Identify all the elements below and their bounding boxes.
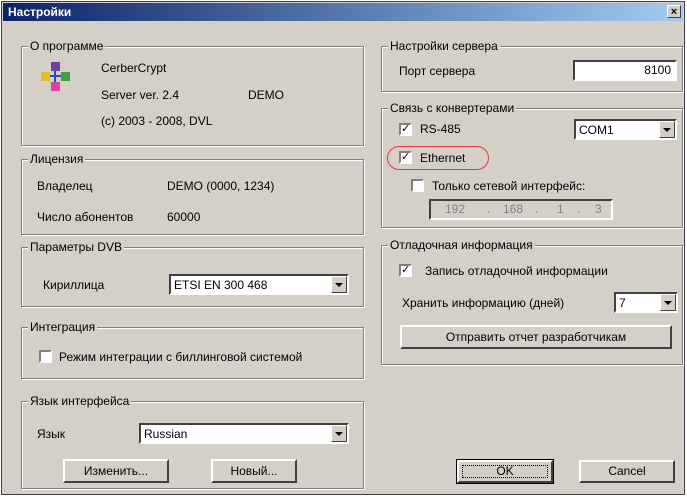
com-port-value: COM1 — [579, 123, 614, 137]
cyrillic-select-value: ETSI EN 300 468 — [174, 278, 268, 292]
ip-address-field[interactable]: 192 . 168 . 1 . 3 — [429, 199, 613, 220]
debug-legend: Отладочная информация — [388, 238, 535, 252]
ip-octet-4: 3 — [595, 202, 602, 216]
chevron-down-icon[interactable] — [659, 121, 675, 138]
app-logo-icon — [41, 62, 70, 91]
chevron-down-icon[interactable] — [331, 276, 347, 293]
net-only-checkbox[interactable] — [411, 179, 424, 192]
close-icon: × — [670, 6, 678, 18]
ip-separator: . — [487, 202, 491, 216]
title-bar[interactable]: Настройки × — [3, 3, 683, 21]
com-port-select[interactable]: COM1 — [574, 119, 677, 140]
app-edition: DEMO — [248, 88, 284, 102]
focus-rectangle — [462, 465, 548, 478]
port-label: Порт сервера — [399, 64, 476, 78]
language-legend: Язык интерфейса — [28, 394, 132, 408]
app-version: Server ver. 2.4 — [101, 88, 180, 102]
port-value: 8100 — [644, 63, 671, 77]
subscribers-label: Число абонентов — [37, 210, 134, 224]
net-only-label[interactable]: Только сетевой интерфейс: — [432, 179, 585, 193]
change-language-button[interactable]: Изменить... — [63, 459, 169, 483]
port-input[interactable]: 8100 — [573, 60, 677, 81]
about-legend: О программе — [28, 39, 106, 53]
language-label: Язык — [37, 427, 66, 441]
cancel-button[interactable]: Cancel — [579, 460, 675, 483]
keep-days-label: Хранить информацию (дней) — [402, 296, 565, 310]
debug-write-label[interactable]: Запись отладочной информации — [425, 264, 608, 278]
keep-days-value: 7 — [619, 296, 626, 310]
ip-separator: . — [535, 202, 539, 216]
billing-checkbox[interactable] — [39, 350, 52, 363]
keep-days-select[interactable]: 7 — [614, 292, 678, 313]
dvb-legend: Параметры DVB — [28, 240, 124, 254]
settings-window: Настройки × О программе CerberCrypt Serv… — [1, 1, 685, 495]
license-legend: Лицензия — [28, 152, 86, 166]
ip-separator: . — [577, 202, 581, 216]
integration-legend: Интеграция — [28, 320, 98, 334]
owner-value: DEMO (0000, 1234) — [167, 179, 275, 193]
server-legend: Настройки сервера — [388, 39, 500, 53]
language-select-value: Russian — [144, 427, 188, 441]
chevron-down-icon[interactable] — [660, 294, 676, 311]
app-copyright: (c) 2003 - 2008, DVL — [101, 114, 213, 128]
ip-octet-3: 1 — [557, 202, 564, 216]
send-report-label: Отправить отчет разработчикам — [445, 330, 627, 344]
billing-label[interactable]: Режим интеграции с биллинговой системой — [59, 350, 302, 364]
owner-label: Владелец — [37, 179, 93, 193]
cyrillic-label: Кириллица — [43, 278, 105, 292]
send-report-button[interactable]: Отправить отчет разработчикам — [400, 325, 672, 349]
new-language-button[interactable]: Новый... — [211, 459, 297, 483]
chevron-down-icon[interactable] — [331, 425, 347, 442]
ip-octet-2: 168 — [503, 202, 524, 216]
ok-button[interactable]: OK — [456, 459, 554, 484]
language-select[interactable]: Russian — [139, 423, 349, 444]
new-language-label: Новый... — [230, 464, 278, 478]
cancel-label: Cancel — [608, 464, 646, 478]
close-button[interactable]: × — [667, 5, 681, 18]
change-language-label: Изменить... — [83, 464, 149, 478]
subscribers-value: 60000 — [167, 210, 201, 224]
converters-legend: Связь с конвертерами — [388, 101, 517, 115]
rs485-label[interactable]: RS-485 — [420, 122, 461, 136]
ethernet-highlight-annotation — [387, 146, 489, 170]
window-title: Настройки — [8, 5, 72, 19]
cyrillic-select[interactable]: ETSI EN 300 468 — [169, 274, 349, 295]
app-name: CerberCrypt — [101, 61, 167, 75]
ip-octet-1: 192 — [445, 202, 466, 216]
rs485-checkbox[interactable]: ✓ — [399, 123, 412, 136]
debug-write-checkbox[interactable]: ✓ — [399, 264, 412, 277]
